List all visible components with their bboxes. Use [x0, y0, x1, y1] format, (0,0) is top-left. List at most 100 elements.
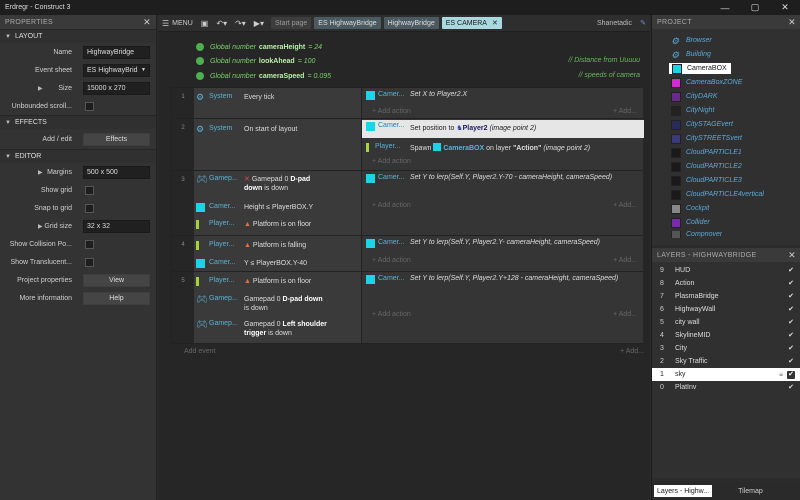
condition-row[interactable]: Camer... Height ≤ PlayerBOX.Y: [196, 201, 361, 212]
layer-row-selected[interactable]: 1 sky 🔒︎ ✔: [652, 368, 800, 381]
add-link[interactable]: + Add...: [620, 348, 644, 355]
save-icon[interactable]: ▣: [197, 15, 213, 32]
redo-icon[interactable]: ↷▾: [231, 15, 250, 32]
showtranslucent-checkbox[interactable]: [85, 257, 94, 267]
project-item[interactable]: ⚙ Browser: [671, 35, 712, 46]
tab-es-camera[interactable]: ES CAMERA ✕: [441, 17, 502, 29]
action-row[interactable]: Camer... Set Y to lerp(Self.Y, Player2.Y+…: [362, 273, 644, 284]
tab-tilemap[interactable]: Tilemap: [738, 488, 763, 495]
visible-check-icon[interactable]: ✔: [787, 267, 795, 275]
visible-check-icon[interactable]: ✔: [787, 319, 795, 327]
condition-row[interactable]: Camer... Y ≤ PlayerBOX.Y-40: [196, 257, 361, 268]
layer-row[interactable]: 8 Action ✔: [652, 277, 800, 290]
layer-row[interactable]: 3 City ✔: [652, 342, 800, 355]
tab-es-highwaybridge[interactable]: ES HighwayBridge: [314, 17, 381, 29]
eventsheet-select[interactable]: ES HighwayBrid ▼: [83, 63, 150, 77]
layer-row[interactable]: 7 PlasmaBridge ✔: [652, 290, 800, 303]
action-row-selected[interactable]: Camer... Set position to ♞Player2 (image …: [362, 120, 644, 138]
add-action-link[interactable]: + Add action: [372, 158, 411, 165]
layer-row[interactable]: 2 Sky Traffic ✔: [652, 355, 800, 368]
expand-icon[interactable]: ▶: [38, 169, 43, 176]
layer-row[interactable]: 0 PlatInv ✔: [652, 381, 800, 394]
add-link[interactable]: + Add...: [613, 311, 637, 318]
action-row[interactable]: Camer... Set Y to lerp(Self.Y, Player2.Y-…: [362, 172, 644, 183]
visible-check-icon[interactable]: ✔: [787, 332, 795, 340]
undo-icon[interactable]: ↶▾: [212, 15, 231, 32]
add-action-link[interactable]: + Add action: [372, 257, 411, 264]
add-link[interactable]: + Add...: [613, 108, 637, 115]
action-row[interactable]: Camer... Set X to Player2.X: [362, 89, 644, 100]
expand-icon[interactable]: ▶: [38, 85, 43, 92]
tab-layers[interactable]: Layers - Highw...: [654, 485, 713, 497]
event-block[interactable]: 1 ⚙ System Every tick Camer... Set X to Pl…: [171, 87, 643, 120]
condition-row[interactable]: 🎮︎ Gamep... ✕ Gamepad 0 D-pad down is down: [196, 173, 361, 193]
project-item[interactable]: CloudPARTICLE2: [671, 161, 742, 172]
action-row[interactable]: Camer... Set Y to lerp(Self.Y, Player2.Y-…: [362, 237, 644, 248]
user-name[interactable]: Shanetadic: [593, 15, 636, 32]
snapgrid-checkbox[interactable]: [85, 203, 94, 213]
view-button[interactable]: View: [83, 273, 150, 287]
section-layout[interactable]: ▼ LAYOUT: [0, 29, 156, 43]
visible-check-icon[interactable]: ✔: [787, 358, 795, 366]
close-panel-icon[interactable]: ✕: [788, 250, 796, 261]
layer-row[interactable]: 4 SkylineMID ✔: [652, 329, 800, 342]
visible-check-icon[interactable]: ✔: [787, 384, 795, 392]
add-action-link[interactable]: + Add action: [372, 202, 411, 209]
project-item[interactable]: CloudPARTICLE1: [671, 147, 742, 158]
project-item[interactable]: CloudPARTICLE4vertical: [671, 189, 764, 200]
project-item[interactable]: ⚙ Building: [671, 49, 711, 60]
project-item[interactable]: CitySTREETSvert: [671, 133, 742, 144]
margins-field[interactable]: 500 x 500: [83, 165, 150, 179]
condition-row[interactable]: Player... ▲ Platform is on floor: [196, 275, 361, 286]
visible-check-icon[interactable]: ✔: [787, 293, 795, 301]
help-button[interactable]: Help: [83, 291, 150, 305]
global-var-row[interactable]: Global number lookAhead = 100: [196, 55, 315, 67]
lock-icon[interactable]: 🔒︎: [779, 371, 783, 379]
close-panel-icon[interactable]: ✕: [788, 17, 796, 28]
project-item[interactable]: CityDARK: [671, 91, 718, 102]
project-item[interactable]: CitySTAGEvert: [671, 119, 733, 130]
project-item[interactable]: CameraBoxZONE: [671, 77, 742, 88]
visible-check-icon[interactable]: ✔: [787, 306, 795, 314]
project-item[interactable]: CityNight: [671, 105, 714, 116]
minimize-icon[interactable]: —: [710, 0, 740, 15]
add-action-link[interactable]: + Add action: [372, 108, 411, 115]
visible-check-icon[interactable]: ✔: [787, 370, 795, 379]
add-action-link[interactable]: + Add action: [372, 311, 411, 318]
condition-row[interactable]: ⚙ System Every tick: [196, 91, 361, 102]
section-editor[interactable]: ▼ EDITOR: [0, 149, 156, 163]
tab-highwaybridge[interactable]: HighwayBridge: [383, 17, 439, 29]
name-field[interactable]: HighwayBridge: [83, 45, 150, 59]
section-effects[interactable]: ▼ EFFECTS: [0, 115, 156, 129]
project-item[interactable]: Cockpit: [671, 203, 709, 214]
layer-row[interactable]: 5 city wall ✔: [652, 316, 800, 329]
close-window-icon[interactable]: ✕: [770, 0, 800, 15]
action-row[interactable]: Player... Spawn CameraBOX on layer "Actio…: [362, 141, 644, 152]
event-block[interactable]: 5 Player... ▲ Platform is on floor 🎮︎ Gam…: [171, 271, 643, 344]
project-item[interactable]: Collider: [671, 217, 710, 228]
project-item[interactable]: Compnover: [671, 231, 722, 238]
showgrid-checkbox[interactable]: [85, 185, 94, 195]
size-field[interactable]: 15000 x 270: [83, 81, 150, 95]
add-link[interactable]: + Add...: [613, 257, 637, 264]
menu-button[interactable]: ☰ MENU: [158, 15, 197, 32]
condition-row[interactable]: ⚙ System On start of layout: [196, 123, 361, 134]
event-block[interactable]: 2 ⚙ System On start of layout Camer... Set…: [171, 118, 644, 171]
condition-row[interactable]: 🎮︎ Gamep... Gamepad 0 D-pad down is down: [196, 293, 361, 313]
visible-check-icon[interactable]: ✔: [787, 345, 795, 353]
close-panel-icon[interactable]: ✕: [143, 17, 151, 28]
tab-start-page[interactable]: Start page: [270, 17, 312, 29]
add-link[interactable]: + Add...: [613, 202, 637, 209]
add-event-link[interactable]: Add event: [184, 348, 216, 355]
effects-button[interactable]: Effects: [83, 132, 150, 146]
project-item[interactable]: CloudPARTICLE3: [671, 175, 742, 186]
gridsize-field[interactable]: 32 x 32: [83, 219, 150, 233]
expand-icon[interactable]: ▶: [38, 223, 43, 230]
global-var-row[interactable]: Global number cameraHeight = 24: [196, 41, 322, 53]
event-block[interactable]: 4 Player... ▲ Platform is falling Camer.…: [171, 235, 643, 272]
condition-row[interactable]: 🎮︎ Gamep... Gamepad 0 Left shoulder trigg…: [196, 318, 361, 338]
user-icon[interactable]: ✎: [636, 15, 650, 32]
layer-row[interactable]: 6 HighwayWall ✔: [652, 303, 800, 316]
condition-row[interactable]: Player... ▲ Platform is falling: [196, 239, 361, 250]
project-item-selected[interactable]: CameraBOX: [669, 63, 731, 74]
